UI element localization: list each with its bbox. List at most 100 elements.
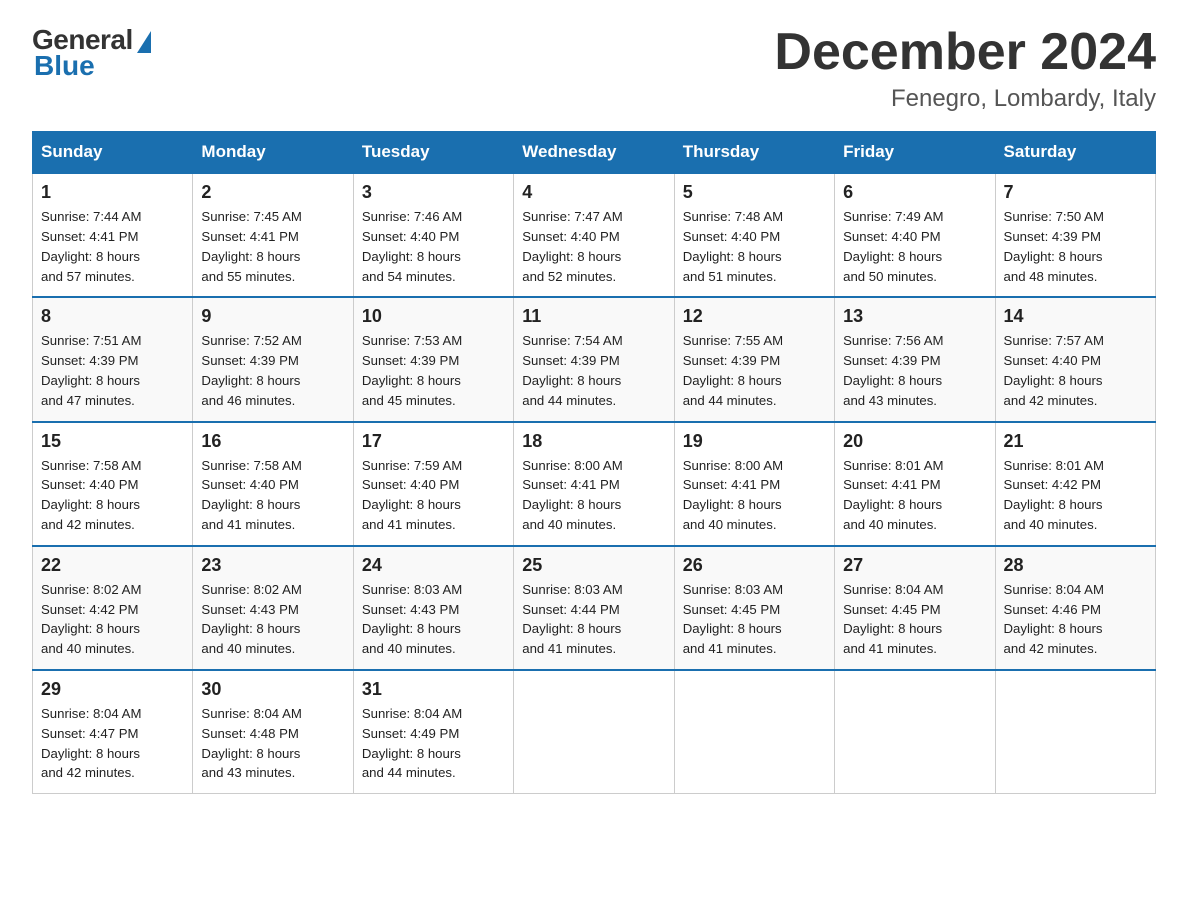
- day-info: Sunrise: 8:01 AM Sunset: 4:41 PM Dayligh…: [843, 456, 986, 535]
- day-info: Sunrise: 7:58 AM Sunset: 4:40 PM Dayligh…: [201, 456, 344, 535]
- day-number: 31: [362, 679, 505, 700]
- calendar-cell: 6 Sunrise: 7:49 AM Sunset: 4:40 PM Dayli…: [835, 173, 995, 297]
- day-info: Sunrise: 8:02 AM Sunset: 4:43 PM Dayligh…: [201, 580, 344, 659]
- day-info: Sunrise: 8:04 AM Sunset: 4:46 PM Dayligh…: [1004, 580, 1147, 659]
- calendar-cell: 10 Sunrise: 7:53 AM Sunset: 4:39 PM Dayl…: [353, 297, 513, 421]
- calendar-cell: 7 Sunrise: 7:50 AM Sunset: 4:39 PM Dayli…: [995, 173, 1155, 297]
- day-number: 17: [362, 431, 505, 452]
- calendar-cell: 22 Sunrise: 8:02 AM Sunset: 4:42 PM Dayl…: [33, 546, 193, 670]
- day-number: 30: [201, 679, 344, 700]
- day-info: Sunrise: 7:53 AM Sunset: 4:39 PM Dayligh…: [362, 331, 505, 410]
- day-number: 13: [843, 306, 986, 327]
- day-number: 29: [41, 679, 184, 700]
- day-number: 3: [362, 182, 505, 203]
- day-number: 20: [843, 431, 986, 452]
- day-info: Sunrise: 8:02 AM Sunset: 4:42 PM Dayligh…: [41, 580, 184, 659]
- day-number: 22: [41, 555, 184, 576]
- day-info: Sunrise: 7:52 AM Sunset: 4:39 PM Dayligh…: [201, 331, 344, 410]
- month-title: December 2024: [774, 24, 1156, 81]
- calendar-cell: 21 Sunrise: 8:01 AM Sunset: 4:42 PM Dayl…: [995, 422, 1155, 546]
- calendar-cell: 9 Sunrise: 7:52 AM Sunset: 4:39 PM Dayli…: [193, 297, 353, 421]
- day-info: Sunrise: 7:56 AM Sunset: 4:39 PM Dayligh…: [843, 331, 986, 410]
- day-info: Sunrise: 7:59 AM Sunset: 4:40 PM Dayligh…: [362, 456, 505, 535]
- day-number: 6: [843, 182, 986, 203]
- calendar-cell: 11 Sunrise: 7:54 AM Sunset: 4:39 PM Dayl…: [514, 297, 674, 421]
- calendar-cell: 4 Sunrise: 7:47 AM Sunset: 4:40 PM Dayli…: [514, 173, 674, 297]
- day-number: 2: [201, 182, 344, 203]
- header-saturday: Saturday: [995, 132, 1155, 174]
- calendar-cell: [514, 670, 674, 794]
- day-info: Sunrise: 7:49 AM Sunset: 4:40 PM Dayligh…: [843, 207, 986, 286]
- day-info: Sunrise: 8:01 AM Sunset: 4:42 PM Dayligh…: [1004, 456, 1147, 535]
- day-info: Sunrise: 7:57 AM Sunset: 4:40 PM Dayligh…: [1004, 331, 1147, 410]
- logo-blue-text: Blue: [32, 50, 95, 82]
- calendar-cell: 2 Sunrise: 7:45 AM Sunset: 4:41 PM Dayli…: [193, 173, 353, 297]
- page-header: General Blue December 2024 Fenegro, Lomb…: [32, 24, 1156, 113]
- calendar-cell: 18 Sunrise: 8:00 AM Sunset: 4:41 PM Dayl…: [514, 422, 674, 546]
- calendar-cell: 28 Sunrise: 8:04 AM Sunset: 4:46 PM Dayl…: [995, 546, 1155, 670]
- calendar-cell: 14 Sunrise: 7:57 AM Sunset: 4:40 PM Dayl…: [995, 297, 1155, 421]
- header-wednesday: Wednesday: [514, 132, 674, 174]
- header-friday: Friday: [835, 132, 995, 174]
- calendar-cell: [835, 670, 995, 794]
- calendar-cell: 24 Sunrise: 8:03 AM Sunset: 4:43 PM Dayl…: [353, 546, 513, 670]
- day-number: 19: [683, 431, 826, 452]
- calendar-cell: 31 Sunrise: 8:04 AM Sunset: 4:49 PM Dayl…: [353, 670, 513, 794]
- day-number: 11: [522, 306, 665, 327]
- calendar-cell: 29 Sunrise: 8:04 AM Sunset: 4:47 PM Dayl…: [33, 670, 193, 794]
- day-info: Sunrise: 7:51 AM Sunset: 4:39 PM Dayligh…: [41, 331, 184, 410]
- calendar-header-row: Sunday Monday Tuesday Wednesday Thursday…: [33, 132, 1156, 174]
- calendar-cell: 5 Sunrise: 7:48 AM Sunset: 4:40 PM Dayli…: [674, 173, 834, 297]
- day-info: Sunrise: 7:47 AM Sunset: 4:40 PM Dayligh…: [522, 207, 665, 286]
- calendar-cell: 23 Sunrise: 8:02 AM Sunset: 4:43 PM Dayl…: [193, 546, 353, 670]
- calendar-cell: 19 Sunrise: 8:00 AM Sunset: 4:41 PM Dayl…: [674, 422, 834, 546]
- day-info: Sunrise: 8:03 AM Sunset: 4:45 PM Dayligh…: [683, 580, 826, 659]
- day-info: Sunrise: 7:46 AM Sunset: 4:40 PM Dayligh…: [362, 207, 505, 286]
- header-tuesday: Tuesday: [353, 132, 513, 174]
- day-info: Sunrise: 7:45 AM Sunset: 4:41 PM Dayligh…: [201, 207, 344, 286]
- calendar-week-row: 1 Sunrise: 7:44 AM Sunset: 4:41 PM Dayli…: [33, 173, 1156, 297]
- calendar-week-row: 29 Sunrise: 8:04 AM Sunset: 4:47 PM Dayl…: [33, 670, 1156, 794]
- calendar-cell: 16 Sunrise: 7:58 AM Sunset: 4:40 PM Dayl…: [193, 422, 353, 546]
- day-number: 7: [1004, 182, 1147, 203]
- day-info: Sunrise: 7:50 AM Sunset: 4:39 PM Dayligh…: [1004, 207, 1147, 286]
- calendar-cell: 1 Sunrise: 7:44 AM Sunset: 4:41 PM Dayli…: [33, 173, 193, 297]
- day-info: Sunrise: 8:04 AM Sunset: 4:48 PM Dayligh…: [201, 704, 344, 783]
- day-info: Sunrise: 8:03 AM Sunset: 4:43 PM Dayligh…: [362, 580, 505, 659]
- day-number: 5: [683, 182, 826, 203]
- day-info: Sunrise: 8:03 AM Sunset: 4:44 PM Dayligh…: [522, 580, 665, 659]
- calendar-week-row: 22 Sunrise: 8:02 AM Sunset: 4:42 PM Dayl…: [33, 546, 1156, 670]
- day-number: 10: [362, 306, 505, 327]
- day-number: 1: [41, 182, 184, 203]
- calendar-cell: 8 Sunrise: 7:51 AM Sunset: 4:39 PM Dayli…: [33, 297, 193, 421]
- day-number: 14: [1004, 306, 1147, 327]
- day-info: Sunrise: 8:04 AM Sunset: 4:47 PM Dayligh…: [41, 704, 184, 783]
- day-info: Sunrise: 8:00 AM Sunset: 4:41 PM Dayligh…: [522, 456, 665, 535]
- day-number: 16: [201, 431, 344, 452]
- day-number: 4: [522, 182, 665, 203]
- day-number: 18: [522, 431, 665, 452]
- day-info: Sunrise: 8:00 AM Sunset: 4:41 PM Dayligh…: [683, 456, 826, 535]
- day-number: 27: [843, 555, 986, 576]
- day-number: 21: [1004, 431, 1147, 452]
- calendar-cell: [674, 670, 834, 794]
- calendar-cell: 13 Sunrise: 7:56 AM Sunset: 4:39 PM Dayl…: [835, 297, 995, 421]
- day-info: Sunrise: 7:58 AM Sunset: 4:40 PM Dayligh…: [41, 456, 184, 535]
- calendar-cell: 27 Sunrise: 8:04 AM Sunset: 4:45 PM Dayl…: [835, 546, 995, 670]
- calendar-cell: 30 Sunrise: 8:04 AM Sunset: 4:48 PM Dayl…: [193, 670, 353, 794]
- day-number: 26: [683, 555, 826, 576]
- title-block: December 2024 Fenegro, Lombardy, Italy: [774, 24, 1156, 113]
- header-thursday: Thursday: [674, 132, 834, 174]
- day-info: Sunrise: 7:48 AM Sunset: 4:40 PM Dayligh…: [683, 207, 826, 286]
- header-sunday: Sunday: [33, 132, 193, 174]
- day-number: 9: [201, 306, 344, 327]
- calendar-cell: 3 Sunrise: 7:46 AM Sunset: 4:40 PM Dayli…: [353, 173, 513, 297]
- day-info: Sunrise: 7:55 AM Sunset: 4:39 PM Dayligh…: [683, 331, 826, 410]
- day-number: 15: [41, 431, 184, 452]
- location-title: Fenegro, Lombardy, Italy: [774, 85, 1156, 113]
- day-info: Sunrise: 8:04 AM Sunset: 4:49 PM Dayligh…: [362, 704, 505, 783]
- calendar-cell: [995, 670, 1155, 794]
- calendar-cell: 17 Sunrise: 7:59 AM Sunset: 4:40 PM Dayl…: [353, 422, 513, 546]
- calendar-cell: 15 Sunrise: 7:58 AM Sunset: 4:40 PM Dayl…: [33, 422, 193, 546]
- calendar-cell: 26 Sunrise: 8:03 AM Sunset: 4:45 PM Dayl…: [674, 546, 834, 670]
